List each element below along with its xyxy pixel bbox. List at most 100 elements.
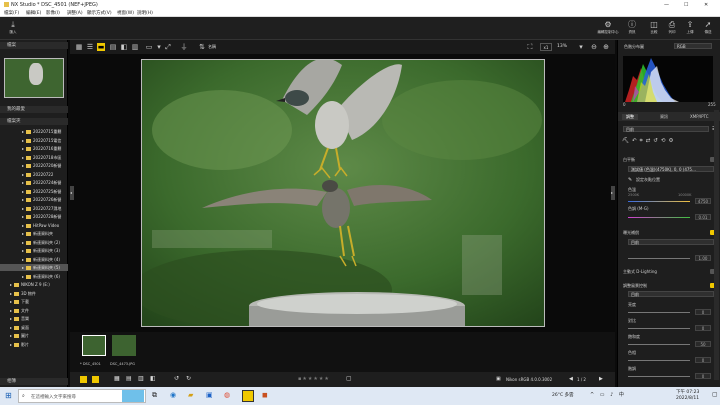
preset-select[interactable]: 目前	[623, 126, 709, 132]
expand-arrow-icon[interactable]: ▸	[22, 197, 24, 202]
editing-control-button[interactable]: ⚙ 編輯控制中心	[597, 20, 619, 38]
expand-arrow-icon[interactable]: ▸	[10, 282, 12, 287]
collapse-left-handle[interactable]: ◂	[70, 186, 74, 200]
folder-tree-item[interactable]: ▸ 新連資料夾 (4)	[0, 256, 68, 263]
nx-studio-taskbar-icon[interactable]	[242, 390, 254, 402]
folder-tree-item[interactable]: ▸ 20220722	[0, 171, 68, 178]
favorites-section-header[interactable]: 我的最愛	[0, 106, 68, 113]
temp-value[interactable]: 4750	[695, 198, 711, 204]
picture-control-select[interactable]: 目前	[628, 291, 714, 297]
tint-slider[interactable]	[628, 217, 690, 218]
expand-arrow-icon[interactable]: ▸	[22, 257, 24, 262]
rotate-left-icon[interactable]: ↺	[174, 375, 179, 382]
param-value[interactable]: 0	[695, 373, 711, 379]
param-slider[interactable]	[628, 344, 690, 345]
zoom-out-icon[interactable]: ⊖	[590, 43, 598, 51]
store-icon[interactable]: ▣	[206, 391, 213, 399]
expand-arrow-icon[interactable]: ▸	[10, 333, 12, 338]
param-value[interactable]: 50	[695, 341, 711, 347]
wb-pick-label[interactable]: 設定灰點位置	[636, 177, 660, 183]
param-value[interactable]: 0	[695, 325, 711, 331]
rotate-right-icon[interactable]: ↻	[186, 375, 191, 382]
folder-tree-item[interactable]: ▸ 新連資料夾 (5)	[0, 264, 68, 271]
expand-arrow-icon[interactable]: ▸	[22, 240, 24, 245]
expand-arrow-icon[interactable]: ▸	[22, 180, 24, 185]
expand-arrow-icon[interactable]: ▸	[22, 265, 24, 270]
dual-view-icon[interactable]: ▥	[131, 43, 139, 51]
protect-icon[interactable]	[92, 376, 99, 383]
menu-image[interactable]: 影像(I)	[46, 10, 60, 16]
folder-tree-item[interactable]: ▸ 圖片	[0, 332, 68, 339]
filter-icon[interactable]: ⏚	[180, 43, 188, 51]
menu-adjust[interactable]: 調整(A)	[67, 10, 83, 16]
folder-tree-item[interactable]: ▸ NIKON Z 9 (E:)	[0, 281, 68, 288]
tab-info[interactable]: 資訊	[660, 114, 668, 120]
folder-tree-item[interactable]: ▸ 新連資料夾 (3)	[0, 247, 68, 254]
folder-tree-item[interactable]: ▸ 20220725新營	[0, 188, 68, 195]
explorer-icon[interactable]: ▰	[188, 391, 193, 399]
param-value[interactable]: 0	[695, 309, 711, 315]
param-value[interactable]: 0	[695, 357, 711, 363]
browser-section-header[interactable]: 檔案	[0, 42, 68, 49]
expand-arrow-icon[interactable]: ▸	[22, 274, 24, 279]
histogram-mode-select[interactable]: RGB	[674, 43, 712, 49]
next-image-button[interactable]: ▶	[599, 376, 603, 382]
fit-screen-icon[interactable]: ⛶	[526, 43, 534, 51]
maximize-button[interactable]: ☐	[684, 2, 688, 8]
expand-arrow-icon[interactable]: ▸	[22, 138, 24, 143]
image-viewer[interactable]: ◂ ▸	[70, 54, 615, 332]
folder-tree-item[interactable]: ▸ 20220715電信	[0, 137, 68, 144]
filmstrip-thumb-2[interactable]	[112, 335, 136, 356]
sort-icon[interactable]: ⇅	[198, 43, 206, 51]
folder-tree-item[interactable]: ▸ 20220727濕地	[0, 205, 68, 212]
label-filter-icon[interactable]: ▾	[155, 43, 163, 51]
menu-help[interactable]: 說明(H)	[137, 10, 153, 16]
label-icon[interactable]	[80, 376, 87, 383]
param-slider[interactable]	[628, 376, 690, 377]
task-view-icon[interactable]: ⧉	[152, 391, 157, 400]
edge-icon[interactable]: ◉	[170, 391, 176, 399]
adjust-tools-row[interactable]: ⛏↶⌗⇄↺⟲⚙	[622, 138, 717, 146]
folder-tree-item[interactable]: ▸ 20220715重劃	[0, 128, 68, 135]
exposure-value[interactable]: 1.00	[695, 255, 711, 261]
param-slider[interactable]	[628, 328, 690, 329]
split-view-icon[interactable]: ◧	[150, 375, 156, 382]
expand-arrow-icon[interactable]: ▸	[22, 146, 24, 151]
expand-arrow-icon[interactable]: ▸	[22, 155, 24, 160]
main-photo[interactable]	[141, 59, 545, 327]
folder-tree-item[interactable]: ▸ 新連資料夾 (2)	[0, 239, 68, 246]
app-taskbar-icon[interactable]: ◼	[262, 391, 268, 399]
folders-section-header[interactable]: 檔案夾	[0, 118, 68, 125]
tab-xmp-iptc[interactable]: XMP/IPTC	[690, 114, 709, 119]
expand-arrow-icon[interactable]: ▸	[22, 248, 24, 253]
menu-window[interactable]: 視窗(W)	[117, 10, 134, 16]
exposure-select[interactable]: 目前	[628, 239, 714, 245]
filmstrip-toggle-icon[interactable]: ▤	[126, 375, 132, 382]
menu-edit[interactable]: 編輯(E)	[26, 10, 41, 16]
expand-arrow-icon[interactable]: ▸	[10, 308, 12, 313]
prev-image-button[interactable]: ◀	[569, 376, 573, 382]
sort-dropdown[interactable]: 名稱	[208, 44, 216, 50]
temp-slider[interactable]	[628, 201, 690, 202]
expand-arrow-icon[interactable]: ▸	[22, 231, 24, 236]
rating-stars[interactable]: ▪★★★★★	[298, 376, 330, 382]
label-color-icon[interactable]: ▢	[346, 375, 352, 382]
expand-arrow-icon[interactable]: ▸	[10, 299, 12, 304]
windows-start-icon[interactable]: ⊞	[5, 391, 12, 400]
expand-arrow-icon[interactable]: ▸	[22, 163, 24, 168]
filmstrip-thumb-1[interactable]	[82, 335, 106, 356]
filmstrip-view-icon[interactable]: ▤	[109, 43, 117, 51]
system-tray-icons[interactable]: ^ ▭ ♪ 中	[590, 391, 626, 398]
info-button[interactable]: ⓘ 資訊	[621, 20, 643, 38]
right-panel-scrollbar[interactable]	[714, 110, 719, 380]
menu-view[interactable]: 顯示方式(V)	[87, 10, 112, 16]
expand-arrow-icon[interactable]: ▸	[22, 206, 24, 211]
folder-tree-item[interactable]: ▸ 20220728新營	[0, 213, 68, 220]
exposure-slider[interactable]	[628, 258, 690, 259]
albums-section-header[interactable]: 相簿	[0, 378, 68, 385]
expand-arrow-icon[interactable]: ▸	[10, 291, 12, 296]
expand-arrow-icon[interactable]: ▸	[10, 342, 12, 347]
zoom-mode-button[interactable]: x1	[540, 43, 552, 51]
expand-arrow-icon[interactable]: ▸	[22, 129, 24, 134]
folder-tree-item[interactable]: ▸ 20220726新營	[0, 196, 68, 203]
